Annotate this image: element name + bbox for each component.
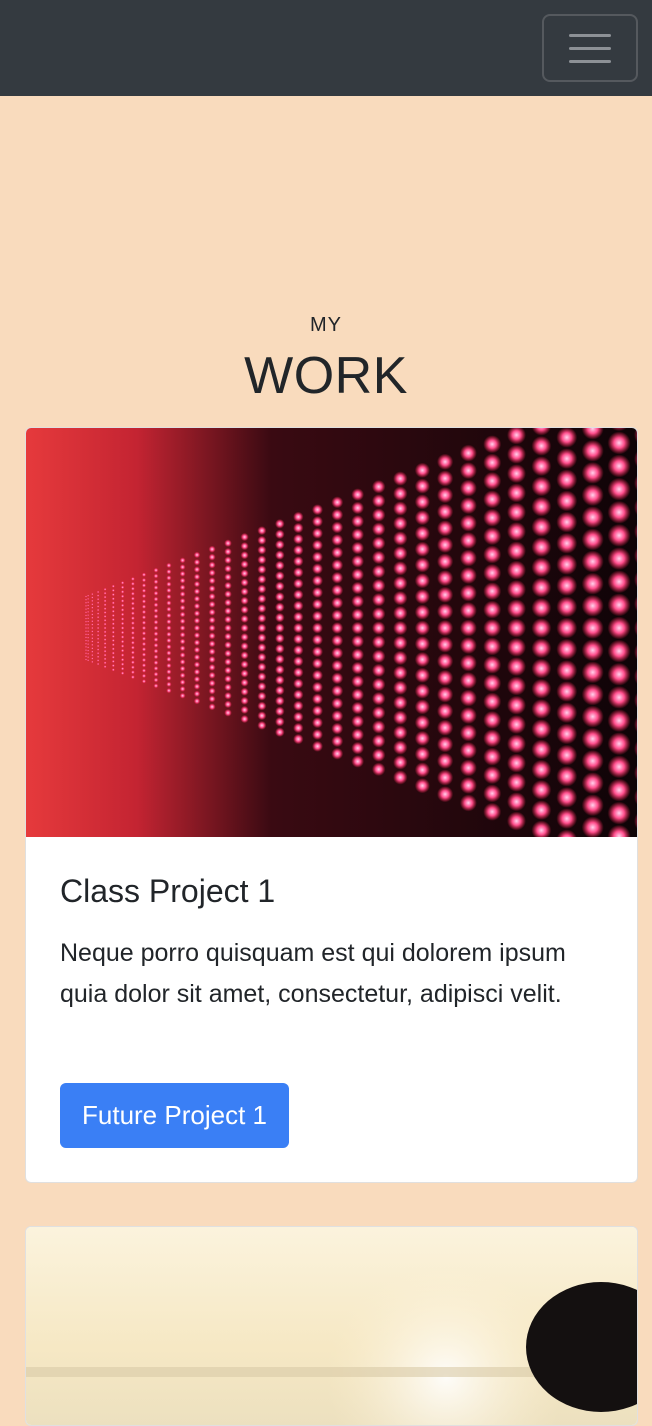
future-project-button[interactable]: Future Project 1	[60, 1083, 289, 1148]
section-title: WORK	[244, 347, 408, 405]
sunset-silhouette-image	[26, 1227, 637, 1425]
card-title: Class Project 1	[60, 873, 276, 909]
project-card	[25, 1226, 638, 1426]
project-card: Class Project 1 Neque porro quisquam est…	[25, 427, 638, 1183]
section-kicker: MY	[310, 314, 342, 336]
top-navbar	[0, 0, 652, 96]
card-text: Neque porro quisquam est qui dolorem ips…	[60, 939, 566, 1008]
navbar-toggler-button[interactable]	[542, 14, 638, 82]
red-led-wall-image	[26, 428, 637, 837]
